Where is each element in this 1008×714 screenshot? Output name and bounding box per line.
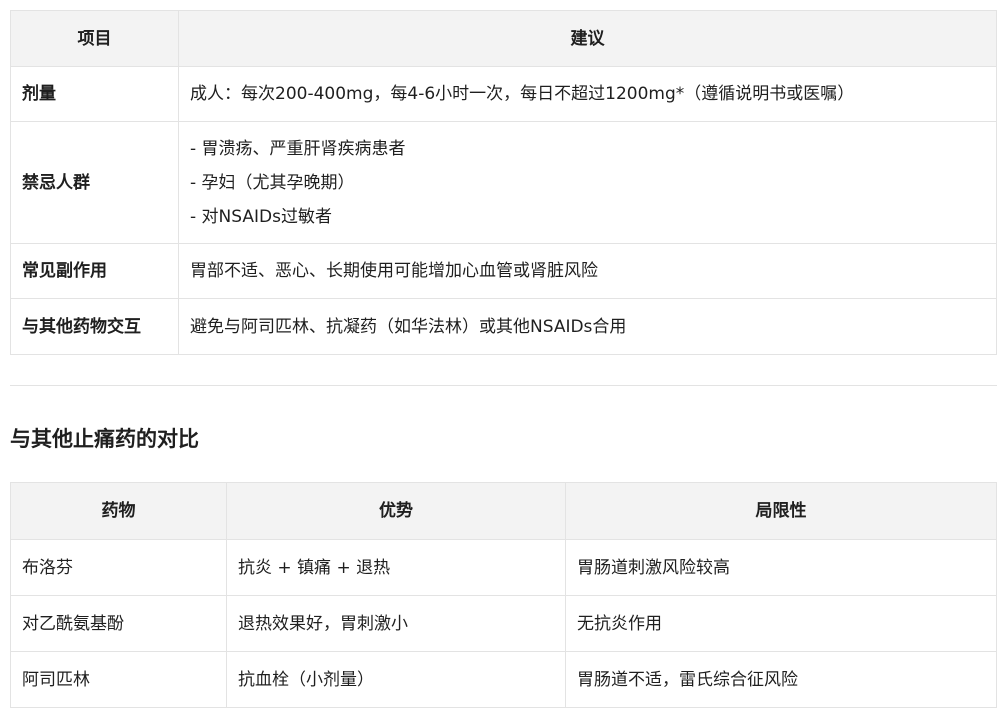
section-divider: [10, 385, 997, 386]
row-label-dosage: 剂量: [10, 66, 179, 122]
drug-name-cell: 布洛芬: [10, 539, 227, 596]
limitation-cell: 胃肠道不适，雷氏综合征风险: [565, 651, 997, 708]
limitation-cell: 无抗炎作用: [565, 595, 997, 652]
header-cell-advantage: 优势: [226, 482, 566, 540]
row-label-side-effects: 常见副作用: [10, 243, 179, 299]
table-row: 剂量 成人：每次200-400mg，每4-6小时一次，每日不超过1200mg*（…: [10, 66, 997, 122]
header-cell-item: 项目: [10, 10, 179, 67]
drug-name-cell: 对乙酰氨基酚: [10, 595, 227, 652]
row-value-contraindications: - 胃溃疡、严重肝肾疾病患者 - 孕妇（尤其孕晚期） - 对NSAIDs过敏者: [178, 121, 997, 244]
advantage-cell: 退热效果好，胃刺激小: [226, 595, 566, 652]
advice-line: 避免与阿司匹林、抗凝药（如华法林）或其他NSAIDs合用: [190, 316, 627, 337]
advice-line: 成人：每次200-400mg，每4-6小时一次，每日不超过1200mg*（遵循说…: [190, 84, 855, 104]
table-row: 阿司匹林 抗血栓（小剂量） 胃肠道不适，雷氏综合征风险: [10, 651, 997, 708]
table-row: 禁忌人群 - 胃溃疡、严重肝肾疾病患者 - 孕妇（尤其孕晚期） - 对NSAID…: [10, 121, 997, 244]
advice-line: 胃部不适、恶心、长期使用可能增加心血管或肾脏风险: [190, 261, 598, 281]
comparison-table: 药物 优势 局限性 布洛芬 抗炎 + 镇痛 + 退热 胃肠道刺激风险较高 对乙酰…: [10, 482, 997, 708]
header-cell-advice: 建议: [178, 10, 997, 67]
table-row: 与其他药物交互 避免与阿司匹林、抗凝药（如华法林）或其他NSAIDs合用: [10, 298, 997, 355]
row-value-interactions: 避免与阿司匹林、抗凝药（如华法林）或其他NSAIDs合用: [178, 298, 997, 355]
dosage-advice-table: 项目 建议 剂量 成人：每次200-400mg，每4-6小时一次，每日不超过12…: [10, 10, 997, 355]
section-heading: 与其他止痛药的对比: [10, 427, 199, 451]
header-cell-limitation: 局限性: [565, 482, 997, 540]
row-value-dosage: 成人：每次200-400mg，每4-6小时一次，每日不超过1200mg*（遵循说…: [178, 66, 997, 122]
table-row: 对乙酰氨基酚 退热效果好，胃刺激小 无抗炎作用: [10, 595, 997, 652]
advice-line: - 胃溃疡、严重肝肾疾病患者: [190, 138, 406, 159]
limitation-cell: 胃肠道刺激风险较高: [565, 539, 997, 596]
row-label-interactions: 与其他药物交互: [10, 298, 179, 355]
advice-line: - 孕妇（尤其孕晚期）: [190, 172, 355, 193]
table-header-row: 药物 优势 局限性: [10, 482, 997, 540]
advice-line: - 对NSAIDs过敏者: [190, 206, 332, 227]
header-cell-drug: 药物: [10, 482, 227, 540]
row-label-contraindications: 禁忌人群: [10, 121, 179, 244]
drug-name-cell: 阿司匹林: [10, 651, 227, 708]
row-value-side-effects: 胃部不适、恶心、长期使用可能增加心血管或肾脏风险: [178, 243, 997, 299]
advantage-cell: 抗血栓（小剂量）: [226, 651, 566, 708]
table-header-row: 项目 建议: [10, 10, 997, 67]
table-row: 布洛芬 抗炎 + 镇痛 + 退热 胃肠道刺激风险较高: [10, 539, 997, 596]
table-row: 常见副作用 胃部不适、恶心、长期使用可能增加心血管或肾脏风险: [10, 243, 997, 299]
advantage-cell: 抗炎 + 镇痛 + 退热: [226, 539, 566, 596]
